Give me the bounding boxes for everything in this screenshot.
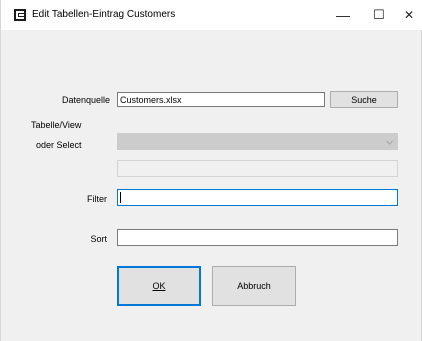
oder-select-label: oder Select [36, 140, 82, 150]
tabelle-dropdown[interactable] [117, 133, 398, 150]
suche-button[interactable]: Suche [330, 91, 398, 108]
window-title: Edit Tabellen-Eintrag Customers [32, 9, 176, 20]
select-field[interactable] [117, 160, 398, 177]
sort-label: Sort [90, 234, 107, 244]
maximize-button[interactable]: ☐ [359, 0, 399, 30]
app-icon [14, 9, 26, 21]
chevron-down-icon [386, 140, 393, 145]
close-button[interactable]: ✕ [394, 0, 422, 30]
tabelle-label: Tabelle/View [31, 120, 82, 130]
ok-button-label: OK [152, 281, 166, 291]
suche-button-label: Suche [351, 94, 377, 105]
dialog-window: Edit Tabellen-Eintrag Customers — ☐ ✕ Da… [0, 0, 422, 341]
minimize-icon: — [336, 7, 350, 23]
sort-input[interactable] [117, 229, 398, 246]
title-bar[interactable]: Edit Tabellen-Eintrag Customers — ☐ ✕ [1, 0, 422, 30]
minimize-button[interactable]: — [323, 0, 363, 30]
abbruch-button[interactable]: Abbruch [212, 266, 296, 306]
filter-input[interactable] [117, 189, 398, 206]
datenquelle-label: Datenquelle [61, 95, 110, 105]
maximize-icon: ☐ [373, 7, 385, 22]
text-caret [120, 192, 121, 203]
abbruch-button-label: Abbruch [237, 281, 271, 291]
close-icon: ✕ [403, 8, 415, 22]
datenquelle-field[interactable]: Customers.xlsx [117, 92, 325, 107]
filter-label: Filter [87, 194, 107, 204]
ok-button[interactable]: OK [117, 266, 201, 306]
